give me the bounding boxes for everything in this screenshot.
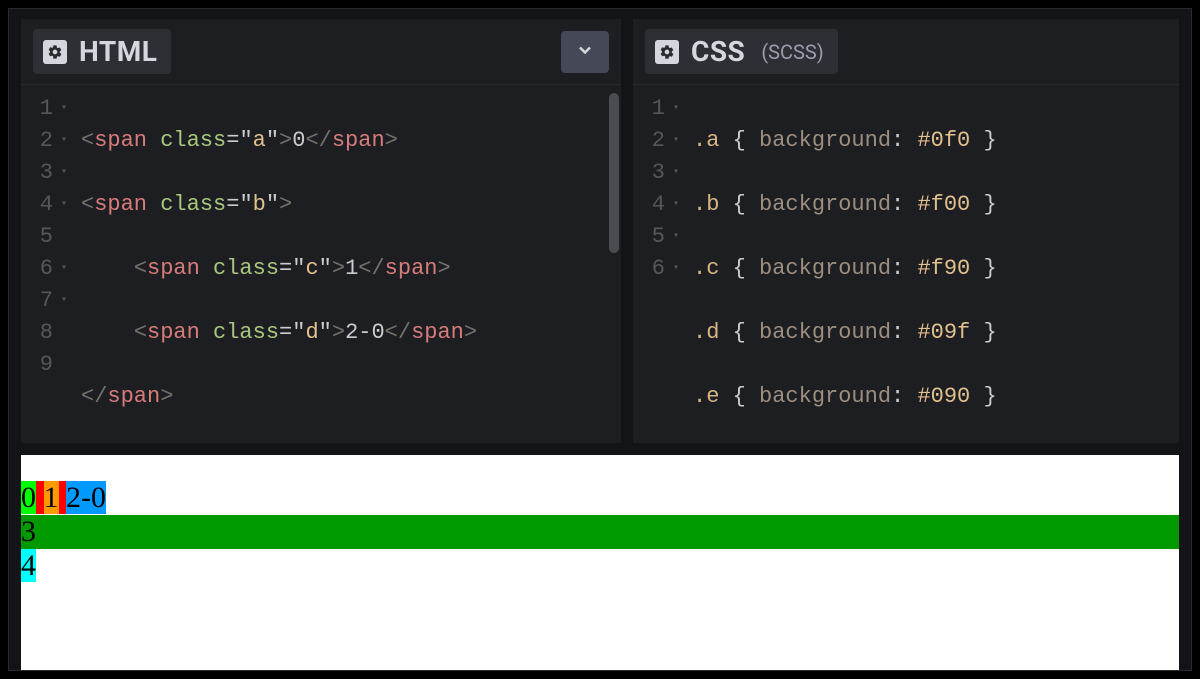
html-editor-panel: HTML 1▾ 2▾ 3▾ 4▾ 5 6▾ 7▾ xyxy=(21,19,621,443)
result-body: 0 1 2-0 3 4 xyxy=(21,455,1179,583)
result-div-e: 3 xyxy=(21,515,1179,549)
result-span-c: 1 xyxy=(44,481,59,514)
result-span-f: 4 xyxy=(21,549,36,582)
html-gutter: 1▾ 2▾ 3▾ 4▾ 5 6▾ 7▾ 8 9 xyxy=(21,93,73,443)
css-gutter: 1▾ 2▾ 3▾ 4▾ 5▾ 6▾ xyxy=(633,93,685,443)
css-code-lines[interactable]: .a { background: #0f0 } .b { background:… xyxy=(685,93,1179,443)
scrollbar-thumb[interactable] xyxy=(609,93,619,253)
result-span-a: 0 xyxy=(21,481,36,514)
result-preview: 0 1 2-0 3 4 xyxy=(21,455,1179,670)
css-panel-header: CSS (SCSS) xyxy=(633,19,1179,85)
gear-icon[interactable] xyxy=(655,40,679,64)
editors-row: HTML 1▾ 2▾ 3▾ 4▾ 5 6▾ 7▾ xyxy=(9,9,1191,443)
html-code-lines[interactable]: <span class="a">0</span> <span class="b"… xyxy=(73,93,621,443)
html-title-group[interactable]: HTML xyxy=(33,29,171,74)
html-panel-dropdown[interactable] xyxy=(561,31,609,73)
css-title-group[interactable]: CSS (SCSS) xyxy=(645,29,838,74)
css-panel-subtitle: (SCSS) xyxy=(761,40,823,64)
html-panel-title: HTML xyxy=(79,35,157,68)
app-frame: HTML 1▾ 2▾ 3▾ 4▾ 5 6▾ 7▾ xyxy=(8,8,1192,671)
css-code-area[interactable]: 1▾ 2▾ 3▾ 4▾ 5▾ 6▾ .a { background: #0f0 … xyxy=(633,85,1179,443)
result-span-b: 1 2-0 xyxy=(36,481,106,514)
html-panel-header: HTML xyxy=(21,19,621,85)
result-span-d: 2-0 xyxy=(66,481,106,514)
html-code-area[interactable]: 1▾ 2▾ 3▾ 4▾ 5 6▾ 7▾ 8 9 <span class="a">… xyxy=(21,85,621,443)
chevron-down-icon xyxy=(575,40,595,64)
css-panel-title: CSS xyxy=(691,35,745,68)
css-editor-panel: CSS (SCSS) 1▾ 2▾ 3▾ 4▾ 5▾ 6▾ .a { backgr… xyxy=(633,19,1179,443)
gear-icon[interactable] xyxy=(43,40,67,64)
